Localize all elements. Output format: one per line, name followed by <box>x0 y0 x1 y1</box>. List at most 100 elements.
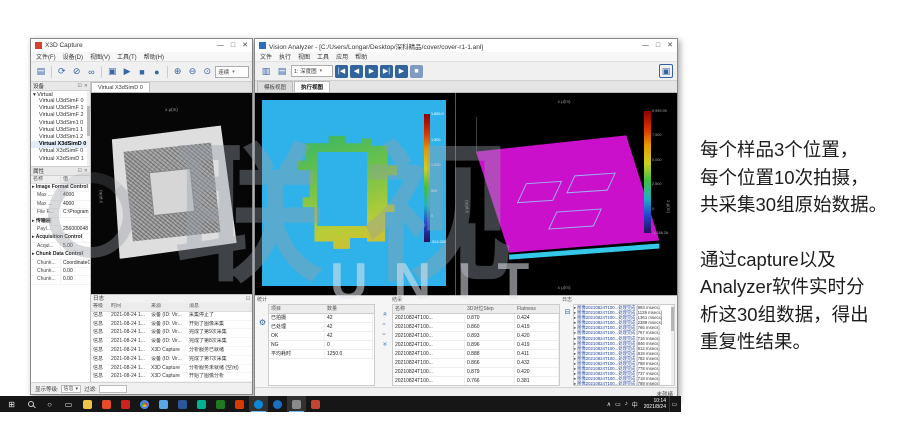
zoom-fit-icon[interactable]: ⊙ <box>200 65 214 79</box>
table-row[interactable]: 20210824T100...0.8960.419 <box>393 341 559 350</box>
save-icon[interactable]: ▤ <box>275 64 289 78</box>
table-row[interactable]: 已处理42 <box>269 323 374 332</box>
clear-log-icon[interactable]: ⊟ <box>565 308 571 386</box>
tree-item[interactable]: Virtual U3dSimF 0 <box>31 98 90 105</box>
tab-template-view[interactable]: 模板视图 <box>257 81 293 92</box>
surface3d-view[interactable]: x μ(m) x μ(m) y μ(m) 9,999.997,5005,0002… <box>456 93 677 295</box>
scroll-top-icon[interactable]: « <box>381 312 387 316</box>
log-col-header[interactable]: 等级 <box>91 303 109 311</box>
stop-button[interactable]: ■ <box>410 65 423 78</box>
table-row[interactable]: 20210824T100...0.7660.381 <box>393 377 559 386</box>
prop-row[interactable]: Chunk...0.00 <box>31 268 90 276</box>
table-row[interactable]: 20210824T100...0.8930.420 <box>393 332 559 341</box>
tray-expand-icon[interactable]: ∧ <box>607 401 611 408</box>
table-row[interactable]: 20210824T100...0.8600.419 <box>393 323 559 332</box>
notification-center-icon[interactable]: ▭ <box>669 396 679 412</box>
table-row[interactable]: 20210824T100...0.8880.411 <box>393 350 559 359</box>
prop-group-row[interactable]: ▸ Image Format Control <box>31 184 90 192</box>
prop-group-row[interactable]: ▸ 传输层 <box>31 218 90 226</box>
connect-icon[interactable]: ∞ <box>85 65 99 79</box>
close-icon[interactable]: ✕ <box>84 83 88 89</box>
minimize-button[interactable]: — <box>217 39 224 52</box>
tree-item[interactable]: Virtual X3dSimD 1 <box>31 156 90 163</box>
menu-item[interactable]: 帮助 <box>355 52 367 61</box>
stop-icon[interactable]: ■ <box>135 65 149 79</box>
filter-input[interactable] <box>99 385 127 393</box>
table-row[interactable]: NG0 <box>269 341 374 350</box>
maximize-button[interactable]: □ <box>656 39 660 52</box>
table-row[interactable]: OK42 <box>269 332 374 341</box>
log-col-header[interactable]: 消息 <box>187 303 252 311</box>
tray-icon[interactable]: 中 <box>632 400 638 409</box>
menu-item[interactable]: 文件(F) <box>36 52 56 61</box>
float-icon[interactable]: ⊡ <box>78 83 82 89</box>
log-row[interactable]: 信息2021-08-24 1...设备 (ID: Vir...完成了第7次采集 <box>91 356 252 365</box>
open-icon[interactable]: ▥ <box>259 64 273 78</box>
tree-root-virtual[interactable]: ▾ Virtual <box>31 91 90 98</box>
capture-mode-dropdown[interactable]: 连续▾ <box>215 66 249 78</box>
log-col-header[interactable]: 时间 <box>109 303 149 311</box>
task-view-icon[interactable]: ▭ <box>59 396 78 412</box>
prop-row[interactable]: Max ...4000 <box>31 201 90 209</box>
run-button[interactable]: ▶ <box>395 65 408 78</box>
level-dropdown[interactable]: 信息 ▾ <box>61 385 82 393</box>
log-row[interactable]: 信息2021-08-24 1...X3D Capture分析服务已就绪 <box>91 347 252 356</box>
prop-group-row[interactable]: ▸ Chunk Data Control <box>31 251 90 259</box>
column-header[interactable]: Flatness <box>515 305 559 313</box>
menu-item[interactable]: 视图 <box>298 52 310 61</box>
column-header[interactable]: 名称 <box>393 305 465 313</box>
security-icon[interactable] <box>97 396 116 412</box>
tree-scrollbar[interactable] <box>87 91 90 166</box>
tree-item[interactable]: Virtual X3dSimF 0 <box>31 148 90 155</box>
scroll-up-icon[interactable]: ‹ <box>381 323 387 325</box>
explorer-icon[interactable] <box>154 396 173 412</box>
analyzer-titlebar[interactable]: Vision Analyzer - [C:/Users/Longar/Deskt… <box>255 39 677 52</box>
close-button[interactable]: ✕ <box>242 39 248 52</box>
next-frame-button[interactable]: ▶ <box>365 65 378 78</box>
log-entry[interactable]: ▸图像20210824T100...处理完成[788 msecs] <box>574 381 670 386</box>
menu-item[interactable]: 视图(V) <box>90 52 110 61</box>
table-row[interactable]: 20210824T100...0.8660.432 <box>393 359 559 368</box>
prop-row[interactable]: Max ...4000 <box>31 192 90 200</box>
log-row[interactable]: 信息2021-08-24 1...设备 (ID: Vir...完成了第9次采集 <box>91 329 252 338</box>
tray-icon[interactable]: ♪ <box>625 401 628 407</box>
search-button[interactable] <box>21 396 40 412</box>
table-row[interactable]: 20210824T100...0.8700.424 <box>393 314 559 323</box>
table-row[interactable]: 平均耗时1250.0 <box>269 350 374 359</box>
tab-run-view[interactable]: 执行视图 <box>294 81 330 92</box>
float-icon[interactable]: ⊡ <box>78 168 82 174</box>
table-row[interactable]: 已拍摄42 <box>269 314 374 323</box>
log-row[interactable]: 信息2021-08-24 1...设备 (ID: Vir...完成了第8次采集 <box>91 338 252 347</box>
menu-item[interactable]: 帮助(H) <box>144 52 164 61</box>
teal-app-icon[interactable] <box>192 396 211 412</box>
tree-item[interactable]: Virtual U3dSimF 1 <box>31 105 90 112</box>
cortana-icon[interactable]: ○ <box>40 396 59 412</box>
prop-row[interactable]: Acqui...5.00 <box>31 243 90 251</box>
close-button[interactable]: ✕ <box>667 39 673 52</box>
tree-item[interactable]: Virtual X3dSimD 0 <box>31 141 90 148</box>
green-app-icon[interactable] <box>211 396 230 412</box>
column-header[interactable]: 3D对位Step <box>465 305 515 313</box>
log-row[interactable]: 信息2021-08-24 1...设备 (ID: Vir...开始了图像采集 <box>91 321 252 330</box>
close-icon[interactable]: ✕ <box>84 168 88 174</box>
float-icon[interactable]: ⊡ <box>246 295 250 303</box>
video-icon[interactable]: ▶ <box>120 65 134 79</box>
edge-icon[interactable] <box>249 396 268 412</box>
zoom-in-icon[interactable]: ⊕ <box>171 65 185 79</box>
prop-row[interactable]: Chunk...CoordinateC <box>31 260 90 268</box>
tree-item[interactable]: Virtual U3dSim1 2 <box>31 134 90 141</box>
capture-app-icon[interactable] <box>287 396 306 412</box>
snapshot-icon[interactable]: ▣ <box>659 64 673 78</box>
word-icon[interactable] <box>173 396 192 412</box>
viewer-tab[interactable]: Virtual X3dSimD 0 <box>91 82 150 92</box>
menu-item[interactable]: 执行 <box>279 52 291 61</box>
first-frame-button[interactable]: |◀ <box>335 65 348 78</box>
start-button[interactable]: ⊞ <box>2 396 21 412</box>
log-scrollbar[interactable] <box>671 305 674 385</box>
save-icon[interactable]: ▤ <box>34 65 48 79</box>
taskbar-clock[interactable]: 10:14 2021/8/24 <box>641 398 669 410</box>
red-app2-icon[interactable] <box>306 396 325 412</box>
globe-app-icon[interactable] <box>268 396 287 412</box>
column-header[interactable]: 数量 <box>325 305 373 313</box>
disconnect-icon[interactable]: ⊘ <box>70 65 84 79</box>
